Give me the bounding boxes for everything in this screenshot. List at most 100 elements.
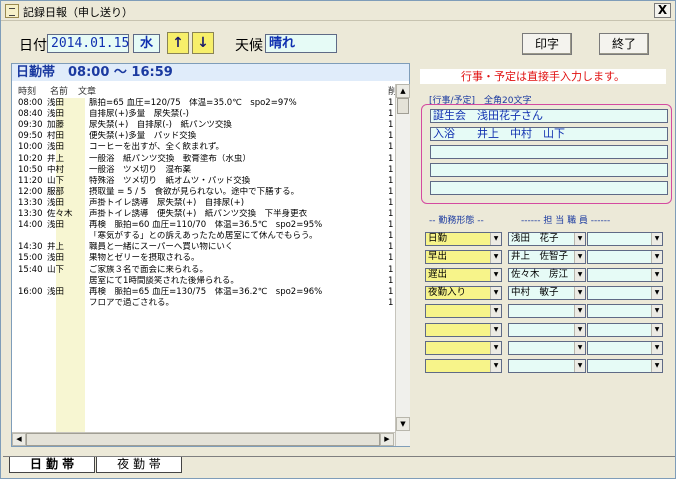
shift-type-select[interactable]: ▼ [425, 322, 502, 337]
log-time: 10:20 [18, 153, 43, 164]
previous-day-button[interactable]: ↑ [167, 32, 189, 54]
staff-select[interactable]: ▼ [508, 358, 586, 373]
event-field-1[interactable]: 誕生会 浅田花子さん [430, 109, 668, 123]
log-row[interactable]: 「寒気がする」との訴えあったため居室にて休んでもらう。 1 [12, 231, 395, 242]
staff-secondary-select[interactable]: ▼ [587, 304, 663, 319]
log-row[interactable]: 13:30 浅田 声掛トイレ誘導 尿失禁(+) 自排尿(+) 1 [12, 198, 395, 209]
tab-day-shift[interactable]: 日 勤 帯 [9, 457, 95, 473]
log-row[interactable]: 08:40 浅田 自排尿(+)多量 尿失禁(-) 1 [12, 109, 395, 120]
staff-select[interactable]: 中村 敏子 ▼ [508, 286, 586, 301]
dropdown-arrow-icon[interactable]: ▼ [651, 233, 662, 245]
dropdown-arrow-icon[interactable]: ▼ [490, 233, 501, 245]
log-row[interactable]: 10:00 浅田 コーヒーを出すが、全く飲まれず。 1 [12, 142, 395, 153]
log-name: 加藤 [47, 120, 65, 131]
log-time: 14:30 [18, 242, 43, 253]
log-row[interactable]: 居室にて1時間談笑された後帰られる。 1 [12, 276, 395, 287]
log-row[interactable]: 15:40 山下 ご家族３名で面会に来られる。 1 [12, 265, 395, 276]
staff-secondary-select[interactable]: ▼ [587, 340, 663, 355]
next-day-button[interactable]: ↓ [192, 32, 214, 54]
dropdown-arrow-icon[interactable]: ▼ [490, 359, 501, 372]
dropdown-arrow-icon[interactable]: ▼ [574, 269, 585, 282]
dropdown-arrow-icon[interactable]: ▼ [651, 359, 662, 372]
weather-field[interactable]: 晴れ [265, 34, 337, 53]
staff-secondary-select[interactable]: ▼ [587, 232, 663, 246]
dropdown-arrow-icon[interactable]: ▼ [574, 233, 585, 245]
dropdown-arrow-icon[interactable]: ▼ [574, 323, 585, 336]
log-name: 佐々木 [47, 209, 73, 219]
staff-secondary-select[interactable]: ▼ [587, 286, 663, 301]
dropdown-arrow-icon[interactable]: ▼ [651, 251, 662, 264]
log-row[interactable]: 12:00 服部 摂取量 = 5 / 5 食欲が見られない。途中で下膳する。 1 [12, 187, 395, 198]
log-row[interactable]: 14:00 浅田 再検 脈拍=60 血圧=110/70 体温=36.5℃ spo2=… [12, 220, 395, 231]
shift-type-select[interactable]: 日勤 ▼ [425, 232, 502, 246]
dropdown-arrow-icon[interactable]: ▼ [574, 359, 585, 372]
dropdown-arrow-icon[interactable]: ▼ [574, 341, 585, 354]
dropdown-arrow-icon[interactable]: ▼ [490, 323, 501, 336]
log-row[interactable]: 09:30 加藤 尿失禁(+) 自排尿(-) 紙パンツ交換 1 [12, 120, 395, 131]
scroll-left-icon[interactable]: ◀ [12, 433, 26, 446]
shift-type-select[interactable]: 夜勤入り ▼ [425, 286, 502, 301]
staff-secondary-select[interactable]: ▼ [587, 250, 663, 265]
horizontal-scrollbar[interactable]: ◀ ▶ [12, 432, 395, 446]
scroll-right-icon[interactable]: ▶ [380, 433, 394, 446]
tab-night-shift[interactable]: 夜 勤 帯 [96, 457, 182, 473]
event-field-2[interactable]: 入浴 井上 中村 山下 [430, 127, 668, 141]
close-button[interactable]: X [654, 3, 671, 18]
log-text: 便失禁(+)多量 パッド交換 [89, 131, 197, 142]
print-button[interactable]: 印字 [522, 33, 572, 55]
dropdown-arrow-icon[interactable]: ▼ [651, 287, 662, 300]
staff-select[interactable]: 浅田 花子 ▼ [508, 232, 586, 246]
date-field[interactable]: 2014.01.15 [47, 34, 129, 53]
scroll-down-icon[interactable]: ▼ [396, 417, 410, 431]
scroll-up-icon[interactable]: ▲ [396, 84, 410, 98]
dropdown-arrow-icon[interactable]: ▼ [651, 323, 662, 336]
vertical-scrollbar[interactable]: ▲ ▼ [395, 84, 410, 446]
log-row[interactable]: 11:20 山下 特殊浴 ツメ切り 紙オムツ・パッド交換 1 [12, 176, 395, 187]
shift-type-select[interactable]: ▼ [425, 340, 502, 355]
shift-type-select[interactable]: ▼ [425, 304, 502, 319]
dropdown-arrow-icon[interactable]: ▼ [490, 287, 501, 300]
shift-type-select[interactable]: 早出 ▼ [425, 250, 502, 265]
event-field-3[interactable] [430, 145, 668, 159]
dropdown-arrow-icon[interactable]: ▼ [574, 251, 585, 264]
horizontal-scroll-thumb[interactable] [26, 433, 380, 446]
dropdown-arrow-icon[interactable]: ▼ [490, 305, 501, 318]
staff-select[interactable]: 井上 佐智子 ▼ [508, 250, 586, 265]
log-name: 浅田 [47, 286, 65, 297]
dropdown-arrow-icon[interactable]: ▼ [490, 269, 501, 282]
shift-type-select[interactable]: ▼ [425, 358, 502, 373]
log-text: 声掛トイレ誘導 便失禁(+) 紙パンツ交換 下半身更衣 [89, 209, 308, 219]
log-row[interactable]: 10:20 井上 一般浴 紙パンツ交換 軟膏塗布（水虫） 1 [12, 154, 395, 165]
log-row[interactable]: 10:50 中村 一般浴 ツメ切り 湿布薬 1 [12, 165, 395, 176]
staff-secondary-select[interactable]: ▼ [587, 268, 663, 283]
log-row[interactable]: 14:30 井上 職員と一緒にスーパーへ買い物にいく 1 [12, 242, 395, 253]
log-name: 浅田 [47, 142, 65, 153]
staff-select[interactable]: ▼ [508, 340, 586, 355]
staff-select[interactable]: ▼ [508, 322, 586, 337]
vertical-scroll-thumb[interactable] [397, 98, 409, 114]
app-icon [5, 4, 19, 18]
dropdown-arrow-icon[interactable]: ▼ [651, 269, 662, 282]
log-row[interactable]: 13:30 佐々木 声掛トイレ誘導 便失禁(+) 紙パンツ交換 下半身更衣 1 [12, 209, 395, 220]
event-field-5[interactable] [430, 181, 668, 195]
dropdown-arrow-icon[interactable]: ▼ [574, 287, 585, 300]
dropdown-arrow-icon[interactable]: ▼ [490, 341, 501, 354]
log-row[interactable]: 08:00 浅田 脈拍=65 血圧=120/75 体温=35.0℃ spo2=97%… [12, 98, 395, 109]
log-row[interactable]: 15:00 浅田 果物とゼリーを摂取される。 1 [12, 253, 395, 264]
staff-secondary-select[interactable]: ▼ [587, 322, 663, 337]
log-row[interactable]: 16:00 浅田 再検 脈拍=65 血圧=130/75 体温=36.2℃ spo2=… [12, 287, 395, 298]
dropdown-arrow-icon[interactable]: ▼ [651, 305, 662, 318]
shift-type-select[interactable]: 遅出 ▼ [425, 268, 502, 283]
staff-secondary-select[interactable]: ▼ [587, 358, 663, 373]
log-text: 尿失禁(+) 自排尿(-) 紙パンツ交換 [89, 120, 232, 131]
dropdown-arrow-icon[interactable]: ▼ [574, 305, 585, 318]
dropdown-arrow-icon[interactable]: ▼ [651, 341, 662, 354]
log-row[interactable]: 09:50 村田 便失禁(+)多量 パッド交換 1 [12, 131, 395, 142]
staff-select[interactable]: 佐々木 房江 ▼ [508, 268, 586, 283]
log-text: 居室にて1時間談笑された後帰られる。 [89, 275, 239, 286]
exit-button[interactable]: 終了 [599, 33, 649, 55]
staff-select[interactable]: ▼ [508, 304, 586, 319]
log-row[interactable]: フロアで過ごされる。 1 [12, 298, 395, 309]
event-field-4[interactable] [430, 163, 668, 177]
dropdown-arrow-icon[interactable]: ▼ [490, 251, 501, 264]
